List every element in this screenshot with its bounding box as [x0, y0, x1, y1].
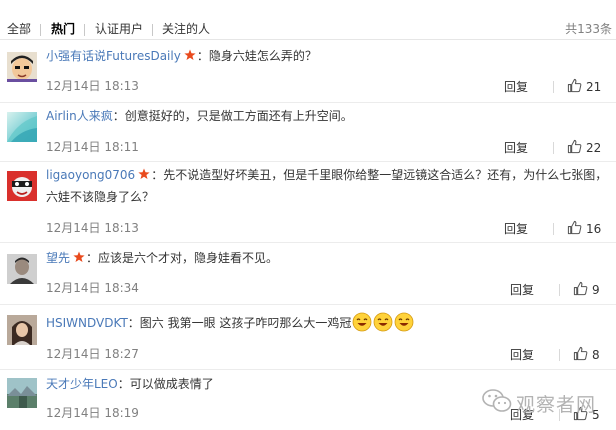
filter-tabs: 全部 热门 认证用户 关注的人 共133条 — [0, 0, 616, 40]
comment-item: Airlin人来疯：创意挺好的，只是做工方面还有上升空间。 12月14日 18:… — [0, 103, 616, 162]
thumbs-up-icon — [573, 346, 588, 361]
tab-all[interactable]: 全部 — [7, 21, 31, 37]
reply-button[interactable]: 回复 — [504, 220, 528, 237]
reply-button[interactable]: 回复 — [510, 281, 534, 298]
like-count: 21 — [586, 80, 602, 94]
watermark: 观察者网 — [480, 380, 616, 430]
like-button[interactable]: 21 — [567, 78, 601, 94]
comment-username[interactable]: Airlin人来疯 — [46, 109, 113, 123]
person-photo-avatar-icon[interactable] — [7, 254, 37, 284]
comment-date: 12月14日 18:13 — [46, 221, 139, 235]
girl-photo-avatar-icon[interactable] — [7, 315, 37, 345]
comment-date: 12月14日 18:19 — [46, 406, 139, 420]
like-button[interactable]: 9 — [573, 281, 600, 297]
laugh-emoji-icon — [394, 312, 414, 332]
red-cartoon-avatar-icon[interactable] — [7, 171, 37, 201]
tab-hot[interactable]: 热门 — [51, 21, 75, 37]
comment-body: ligaoyong0706 ：先不说造型好坏美丑，但是千里眼你给整一望远镜这合适么… — [46, 168, 608, 204]
landscape-avatar-icon[interactable] — [7, 378, 37, 408]
like-count: 22 — [586, 141, 602, 155]
comment-date: 12月14日 18:11 — [46, 140, 139, 154]
comment-item: HSIWNDVDKT：图六 我第一眼 这孩子咋叼那么大一鸡冠 12月14日 18… — [0, 305, 616, 370]
like-count: 9 — [592, 283, 600, 297]
comment-body: HSIWNDVDKT：图六 我第一眼 这孩子咋叼那么大一鸡冠 — [46, 312, 611, 334]
tab-divider — [40, 24, 41, 36]
reply-button[interactable]: 回复 — [504, 78, 528, 95]
watermark-text: 观察者网 — [516, 394, 597, 416]
tab-divider — [84, 24, 85, 36]
comment-body: 小强有话说FuturesDaily ：隐身六娃怎么弄的？ — [46, 49, 317, 63]
reply-button[interactable]: 回复 — [510, 346, 534, 363]
action-divider — [553, 142, 554, 154]
reply-button[interactable]: 回复 — [504, 139, 528, 156]
like-button[interactable]: 8 — [573, 346, 600, 362]
comment-username[interactable]: 天才少年LEO — [46, 377, 118, 391]
laugh-emoji-icon — [373, 312, 393, 332]
tab-divider — [152, 24, 153, 36]
like-count: 8 — [592, 348, 600, 362]
like-button[interactable]: 22 — [567, 139, 601, 155]
comment-item: ligaoyong0706 ：先不说造型好坏美丑，但是千里眼你给整一望远镜这合适么… — [0, 162, 616, 243]
comment-date: 12月14日 18:34 — [46, 281, 139, 295]
like-button[interactable]: 16 — [567, 220, 601, 236]
comment-username[interactable]: HSIWNDVDKT — [46, 316, 128, 330]
comment-text: 图六 我第一眼 这孩子咋叼那么大一鸡冠 — [139, 316, 352, 330]
comment-username[interactable]: 望先 — [46, 251, 70, 265]
comment-body: 望先 ：应该是六个才对，隐身娃看不见。 — [46, 251, 279, 265]
cyan-abstract-avatar-icon[interactable] — [7, 112, 37, 142]
comment-date: 12月14日 18:27 — [46, 347, 139, 361]
action-divider — [559, 349, 560, 361]
comment-item: 望先 ：应该是六个才对，隐身娃看不见。 12月14日 18:34 回复 9 — [0, 243, 616, 305]
action-divider — [559, 284, 560, 296]
comment-text: 隐身六娃怎么弄的？ — [208, 49, 317, 63]
tab-following[interactable]: 关注的人 — [162, 21, 210, 37]
comment-text: 创意挺好的，只是做工方面还有上升空间。 — [124, 109, 353, 123]
comment-date: 12月14日 18:13 — [46, 79, 139, 93]
cartoon-avatar-icon[interactable] — [7, 52, 37, 82]
tab-verified-users[interactable]: 认证用户 — [95, 21, 143, 37]
comment-item: 小强有话说FuturesDaily ：隐身六娃怎么弄的？ 12月14日 18:13… — [0, 40, 616, 103]
vip-badge-icon — [184, 49, 196, 61]
action-divider — [553, 81, 554, 93]
thumbs-up-icon — [567, 220, 582, 235]
comment-body: Airlin人来疯：创意挺好的，只是做工方面还有上升空间。 — [46, 109, 353, 123]
like-count: 16 — [586, 222, 602, 236]
thumbs-up-icon — [567, 78, 582, 93]
comment-text: 可以做成表情了 — [129, 377, 214, 391]
comment-total-count: 共133条 — [565, 22, 612, 36]
comment-username[interactable]: 小强有话说FuturesDaily — [46, 49, 181, 63]
thumbs-up-icon — [573, 281, 588, 296]
thumbs-up-icon — [567, 139, 582, 154]
comment-username[interactable]: ligaoyong0706 — [46, 168, 135, 182]
action-divider — [553, 223, 554, 235]
vip-badge-icon — [138, 168, 150, 180]
wechat-icon — [482, 389, 512, 412]
comment-text: 应该是六个才对，隐身娃看不见。 — [98, 251, 279, 265]
laugh-emoji-icon — [352, 312, 372, 332]
vip-badge-icon — [73, 251, 85, 263]
